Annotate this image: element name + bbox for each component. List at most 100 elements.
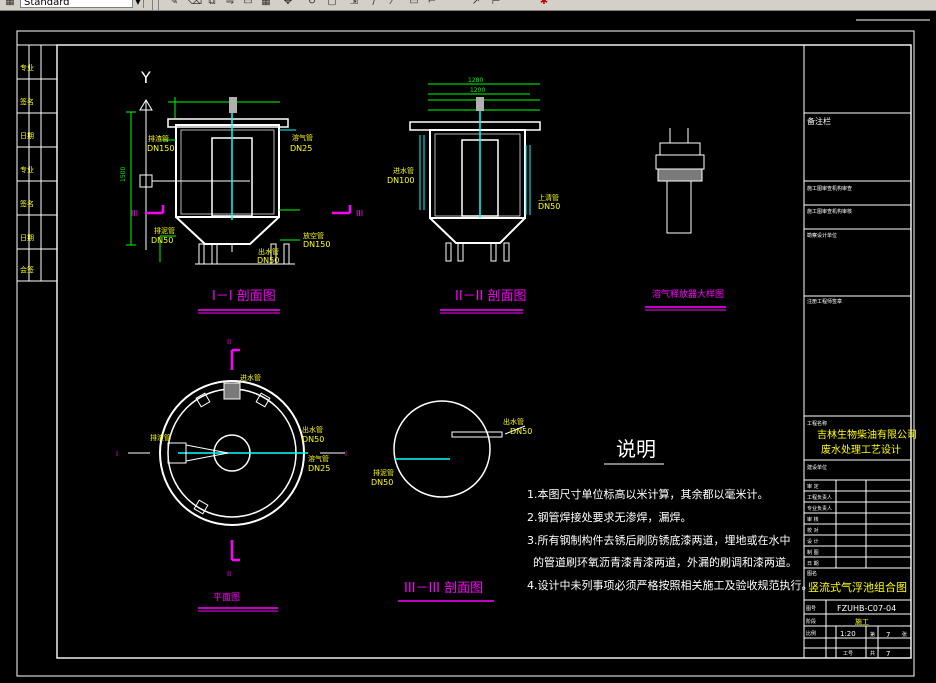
detail-view[interactable]: 溶气释放器大样图 — [645, 128, 726, 311]
label-drain-size: DN150 — [303, 240, 330, 249]
design-unit: 建设单位 — [807, 464, 827, 471]
plan-water-in: 进水管 — [240, 373, 261, 382]
total-label: 共 — [870, 650, 875, 657]
label-upper-size: DN50 — [538, 202, 560, 211]
scale-icon[interactable]: ▢ — [326, 0, 338, 8]
sheet-frame — [16, 19, 930, 677]
left-signature-strip — [16, 44, 58, 282]
text-style-combo[interactable]: Standard ▼ — [20, 0, 144, 8]
company-label: 工程名称 — [807, 420, 827, 427]
title-block — [804, 112, 911, 658]
plan-mark-bottom: II — [227, 570, 231, 578]
section-1-view[interactable]: Y 1500 III III 排渣管 DN150 溶气管 DN25 排泥管 DN… — [120, 68, 363, 314]
toolbar-separator — [158, 0, 159, 10]
svg-text:1500: 1500 — [120, 167, 127, 182]
drawing-name: 竖流式气浮池组合图 — [808, 580, 907, 594]
plan-view[interactable]: II II I I 进水管 排渣管 出水管 DN50 溶气管 DN25 平面图 — [116, 338, 347, 612]
label-inflow: 进水管 — [393, 166, 414, 175]
company-name: 吉林生物柴油有限公司 — [817, 428, 917, 441]
strip-cell-label: 专业 — [20, 165, 34, 174]
text-style-value: Standard — [24, 0, 70, 8]
layer-icon[interactable]: ▦ — [4, 0, 16, 8]
label-inlet-size: DN150 — [147, 144, 174, 153]
y-axis-label: Y — [140, 68, 151, 87]
trim-icon[interactable]: ∕ — [368, 0, 380, 8]
sheet-unit: 张 — [902, 631, 907, 638]
copy-icon[interactable]: ⧉ — [206, 0, 218, 8]
tb-row: 注册工程师签章 — [807, 298, 842, 305]
extend-icon[interactable]: ⁄ — [386, 0, 398, 8]
label-sludge: 排泥管 — [154, 226, 175, 235]
role: 设 计 — [807, 538, 819, 545]
rotate-icon[interactable]: ↻ — [306, 0, 318, 8]
plan-air-size: DN25 — [308, 464, 330, 473]
chevron-down-icon[interactable]: ▼ — [132, 0, 143, 8]
sheet-label: 第 — [870, 631, 875, 638]
stretch-icon[interactable]: ⇲ — [348, 0, 360, 8]
plan-mark-right: I — [345, 450, 347, 458]
plan-mark-left: I — [116, 450, 118, 458]
break-icon[interactable]: ▭ — [408, 0, 420, 8]
role: 日 期 — [807, 561, 819, 567]
svg-text:III: III — [356, 209, 363, 218]
plan-outlet-size: DN50 — [302, 435, 324, 444]
label-upper: 上清管 — [538, 193, 559, 202]
scale-value: 1:20 — [840, 630, 856, 638]
scale-label: 比例 — [806, 630, 816, 637]
tb-row: 勘察设计单位 — [807, 232, 837, 239]
plan-air: 溶气管 — [308, 454, 329, 463]
note-item: 1.本图尺寸单位标高以米计算，其余都以毫米计。 — [527, 487, 769, 501]
total-no: 7 — [886, 650, 890, 658]
role: 制 图 — [807, 549, 819, 556]
plan-outlet: 出水管 — [302, 425, 323, 434]
stage-value: 施工 — [855, 617, 869, 626]
label-drain: 放空管 — [303, 231, 324, 240]
plan-slag: 排渣管 — [150, 433, 171, 442]
dim-top-1: 1280 — [468, 77, 483, 84]
move-icon[interactable]: ✥ — [282, 0, 294, 8]
tb-row: 施工图审查机构审查 — [807, 185, 852, 192]
drawing-code: FZUHB-C07-04 — [837, 604, 896, 613]
dim-top-2: 1200 — [470, 87, 485, 94]
offset-icon[interactable]: ▭ — [242, 0, 254, 8]
drawing-name-label: 图名 — [807, 570, 817, 577]
label-air-pipe: 溶气管 — [292, 133, 313, 142]
array-icon[interactable]: ▦ — [260, 0, 272, 8]
section-2-view[interactable]: 1280 1200 进水管 DN100 上清管 DN50 II－II 剖面图 — [387, 77, 560, 314]
work-label: 工号 — [843, 651, 853, 657]
section-2-title: II－II 剖面图 — [455, 289, 526, 304]
left-strip-labels: 专业 签名 日期 专业 签名 日期 会签 — [20, 63, 34, 274]
role: 专业负责人 — [807, 505, 832, 512]
section-1-title: I－I 剖面图 — [212, 289, 276, 304]
s3-outlet-size: DN50 — [510, 427, 532, 436]
toolbar-separator — [152, 0, 153, 10]
plan-mark-top: II — [227, 338, 231, 346]
s3-outlet: 出水管 — [503, 417, 524, 426]
strip-cell-label: 专业 — [20, 63, 34, 72]
label-air-size: DN25 — [290, 144, 312, 153]
s3-drain: 排泥管 — [373, 468, 394, 477]
explode-icon[interactable]: ✱ — [538, 0, 550, 8]
pencil-icon[interactable]: ✎ — [168, 0, 180, 8]
fillet-icon[interactable]: ⌒ — [450, 0, 462, 8]
label-outlet: 出水管 — [258, 247, 279, 256]
mirror-icon[interactable]: ⇋ — [224, 0, 236, 8]
erase-icon[interactable]: ⌫ — [188, 0, 202, 8]
label-inflow-size: DN100 — [387, 176, 414, 185]
cad-drawing-canvas[interactable]: 专业 签名 日期 专业 签名 日期 会签 Y 1500 III III 排渣管 … — [0, 10, 936, 683]
strip-cell-label: 会签 — [20, 265, 34, 274]
title-block-text: 备注栏 施工图审查机构审查 施工图审查机构审核 勘察设计单位 注册工程师签章 工… — [806, 116, 917, 658]
label-inlet: 排渣管 — [148, 134, 169, 143]
section-3-view[interactable]: 出水管 DN50 排泥管 DN50 III－III 剖面图 — [371, 400, 532, 602]
chamfer-icon[interactable]: ⌐ — [426, 0, 438, 8]
detail-title: 溶气释放器大样图 — [652, 288, 724, 300]
stage-label: 阶段 — [806, 618, 816, 625]
strip-cell-label: 日期 — [20, 132, 34, 140]
strip-cell-label: 签名 — [20, 97, 34, 106]
pline-icon[interactable]: ⊢ — [490, 0, 502, 8]
svg-text:III: III — [131, 209, 138, 218]
notes-heading: 说明 — [616, 437, 656, 461]
code-label: 图号 — [806, 606, 816, 612]
label-outlet-size: DN50 — [257, 256, 279, 265]
join-icon[interactable]: ↗ — [470, 0, 482, 8]
